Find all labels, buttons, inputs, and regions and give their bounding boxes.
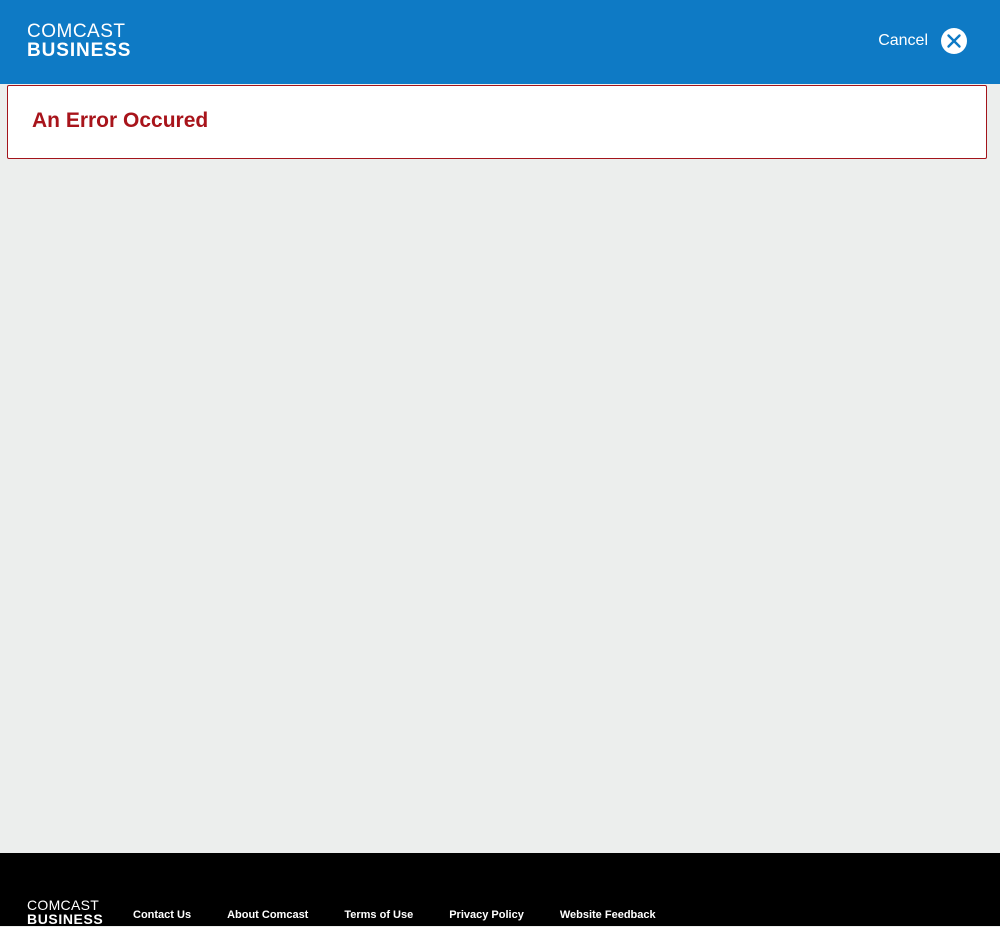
footer-nav: Contact Us About Comcast Terms of Use Pr… (133, 909, 692, 921)
error-message: An Error Occured (32, 109, 209, 132)
footer-logo-line-2: BUSINESS (27, 911, 104, 927)
logo-line-1: COMCAST (27, 21, 126, 42)
close-icon[interactable] (940, 27, 968, 55)
footer-link-about-comcast[interactable]: About Comcast (227, 909, 308, 921)
footer-link-terms-of-use[interactable]: Terms of Use (344, 909, 413, 921)
error-panel: An Error Occured (7, 85, 987, 159)
footer-link-website-feedback[interactable]: Website Feedback (560, 909, 656, 921)
footer-logo[interactable]: COMCAST BUSINESS (27, 898, 103, 926)
top-header: COMCAST BUSINESS Cancel (0, 0, 1000, 84)
logo-line-2: BUSINESS (27, 40, 132, 61)
cancel-button[interactable]: Cancel (878, 27, 968, 55)
footer-link-contact-us[interactable]: Contact Us (133, 909, 191, 921)
footer-link-privacy-policy[interactable]: Privacy Policy (449, 909, 524, 921)
comcast-business-logo[interactable]: COMCAST BUSINESS (27, 22, 131, 60)
page-footer: COMCAST BUSINESS Contact Us About Comcas… (0, 853, 1000, 926)
footer-logo-line-1: COMCAST (27, 897, 100, 913)
cancel-label: Cancel (878, 32, 928, 49)
